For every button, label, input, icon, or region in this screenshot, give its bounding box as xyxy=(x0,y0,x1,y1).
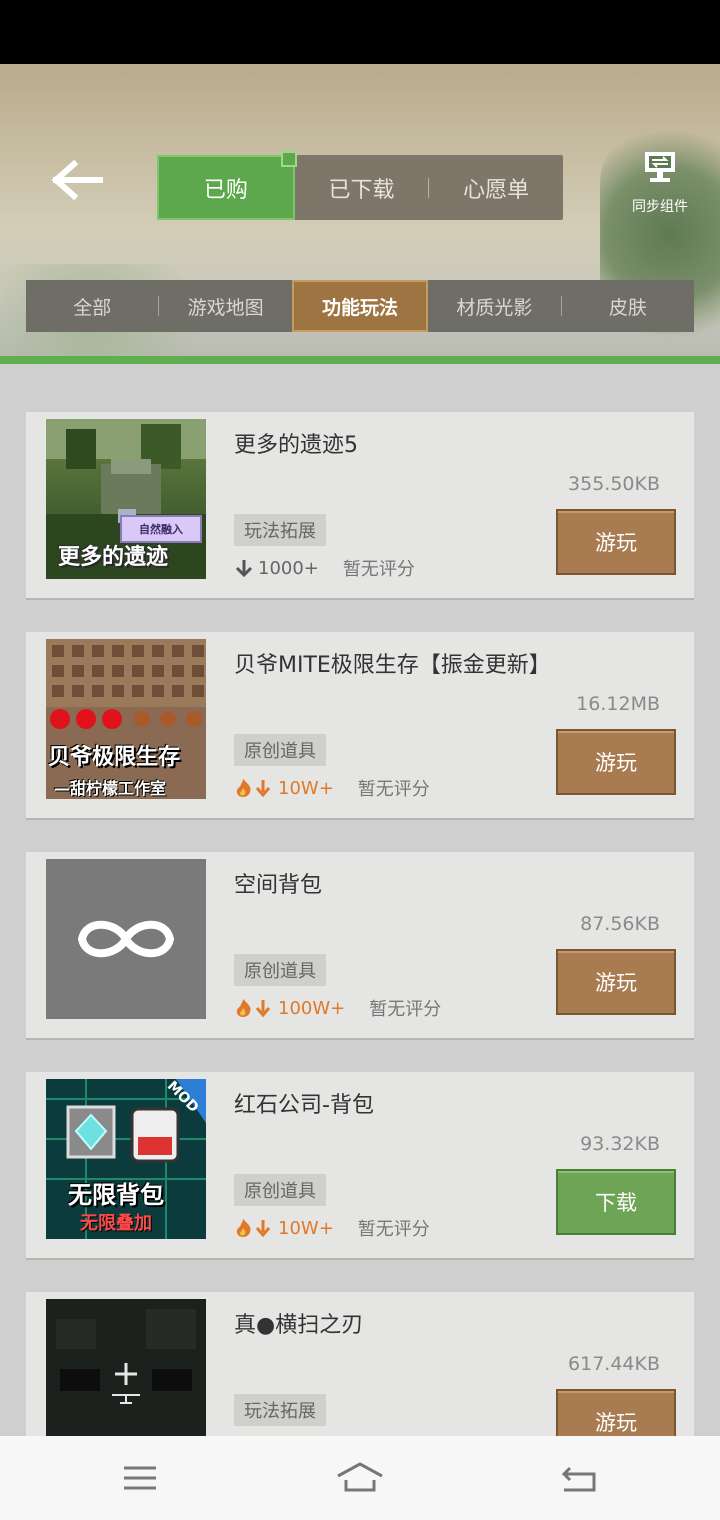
hot-download-icon xyxy=(236,1219,271,1238)
list-item[interactable]: 真●横扫之刃 617.44KB 玩法拓展 游玩 xyxy=(26,1292,694,1436)
play-button[interactable]: 游玩 xyxy=(556,1389,676,1436)
item-stats: 10W+ 暂无评分 xyxy=(234,1215,430,1241)
play-button[interactable]: 游玩 xyxy=(556,509,676,575)
menu-icon xyxy=(124,1466,156,1490)
thumbnail-text: 更多的遗迹 xyxy=(58,545,169,570)
item-tag: 原创道具 xyxy=(234,1174,326,1206)
category-tabs: 全部 游戏地图 功能玩法 材质光影 皮肤 xyxy=(26,280,694,332)
item-thumbnail: MOD 无限背包 无限叠加 xyxy=(46,1079,206,1239)
list-item[interactable]: MOD 无限背包 无限叠加 红石公司-背包 93.32KB 原创道具 10W+ … xyxy=(26,1072,694,1258)
thumbnail-text: 无限背包 xyxy=(68,1181,164,1209)
item-size: 93.32KB xyxy=(580,1133,660,1155)
tab-label: 已购 xyxy=(203,177,248,203)
item-title: 更多的遗迹5 xyxy=(234,433,358,458)
sync-components-button[interactable]: 同步组件 xyxy=(620,150,700,220)
item-size: 16.12MB xyxy=(576,693,660,715)
list-item[interactable]: 贝爷极限生存 —甜柠檬工作室 贝爷MITE极限生存【振金更新】 16.12MB … xyxy=(26,632,694,818)
category-maps[interactable]: 游戏地图 xyxy=(159,280,291,332)
category-label: 游戏地图 xyxy=(187,296,264,319)
sync-label: 同步组件 xyxy=(632,199,688,215)
category-textures[interactable]: 材质光影 xyxy=(428,280,560,332)
return-icon xyxy=(561,1466,596,1492)
item-stats: 10W+ 暂无评分 xyxy=(234,775,430,801)
play-button[interactable]: 游玩 xyxy=(556,949,676,1015)
item-title: 空间背包 xyxy=(234,873,323,898)
play-button[interactable]: 游玩 xyxy=(556,729,676,795)
category-label: 材质光影 xyxy=(456,296,533,319)
category-gameplay[interactable]: 功能玩法 xyxy=(291,280,429,332)
item-tag: 玩法拓展 xyxy=(234,1394,326,1426)
download-button[interactable]: 下载 xyxy=(556,1169,676,1235)
item-rating: 暂无评分 xyxy=(357,779,430,800)
item-tag: 原创道具 xyxy=(234,954,326,986)
category-all[interactable]: 全部 xyxy=(26,280,158,332)
purchase-tabs: 已购 已下载 心愿单 xyxy=(157,151,563,220)
item-downloads: 10W+ xyxy=(278,777,334,799)
item-thumbnail xyxy=(46,859,206,1019)
status-bar xyxy=(0,0,720,64)
item-title: 贝爷MITE极限生存【振金更新】 xyxy=(234,653,551,678)
item-size: 617.44KB xyxy=(568,1353,660,1375)
item-downloads: 1000+ xyxy=(258,557,319,579)
hot-download-icon xyxy=(236,779,271,798)
hot-download-icon xyxy=(236,999,271,1018)
tab-label: 心愿单 xyxy=(463,177,530,203)
item-list[interactable]: 自然融入 更多的遗迹 更多的遗迹5 355.50KB 玩法拓展 1000+ 暂无… xyxy=(0,384,720,1436)
item-rating: 暂无评分 xyxy=(342,559,415,580)
thumbnail-subtext: 无限叠加 xyxy=(80,1213,152,1234)
back-nav-button[interactable] xyxy=(560,1460,600,1496)
item-stats: 100W+ 暂无评分 xyxy=(234,995,441,1021)
item-tag: 原创道具 xyxy=(234,734,326,766)
thumbnail-text: 贝爷极限生存 xyxy=(48,745,181,770)
header-divider xyxy=(0,356,720,364)
category-label: 功能玩法 xyxy=(322,296,399,319)
home-nav-button[interactable] xyxy=(336,1460,384,1496)
blade-thumbnail-art xyxy=(46,1299,206,1436)
list-item[interactable]: 自然融入 更多的遗迹 更多的遗迹5 355.50KB 玩法拓展 1000+ 暂无… xyxy=(26,412,694,598)
category-label: 皮肤 xyxy=(608,296,647,319)
item-thumbnail xyxy=(46,1299,206,1436)
thumbnail-subtext: —甜柠檬工作室 xyxy=(54,779,167,798)
tab-purchased[interactable]: 已购 xyxy=(157,151,297,220)
item-title: 真●横扫之刃 xyxy=(234,1313,364,1338)
item-size: 355.50KB xyxy=(568,473,660,495)
infinity-icon xyxy=(77,920,175,958)
item-title: 红石公司-背包 xyxy=(234,1093,374,1118)
back-button[interactable] xyxy=(50,159,110,201)
tab-downloaded[interactable]: 已下载 xyxy=(295,155,429,220)
item-stats: 1000+ 暂无评分 xyxy=(234,555,415,581)
back-arrow-icon xyxy=(51,159,103,201)
download-icon xyxy=(235,560,253,578)
header: 已购 已下载 心愿单 同步组件 全部 游戏地图 功能玩法 材质光影 皮肤 xyxy=(0,64,720,364)
item-rating: 暂无评分 xyxy=(369,999,442,1020)
tab-label: 已下载 xyxy=(328,177,395,203)
home-icon xyxy=(337,1462,383,1492)
system-nav-bar xyxy=(0,1436,720,1520)
item-tag: 玩法拓展 xyxy=(234,514,326,546)
item-downloads: 10W+ xyxy=(278,1217,334,1239)
category-label: 全部 xyxy=(73,296,112,319)
list-item[interactable]: 空间背包 87.56KB 原创道具 100W+ 暂无评分 游玩 xyxy=(26,852,694,1038)
tab-wishlist[interactable]: 心愿单 xyxy=(429,155,563,220)
category-skins[interactable]: 皮肤 xyxy=(562,280,694,332)
item-downloads: 100W+ xyxy=(278,997,346,1019)
sync-icon xyxy=(645,152,675,182)
item-thumbnail: 贝爷极限生存 —甜柠檬工作室 xyxy=(46,639,206,799)
menu-nav-button[interactable] xyxy=(120,1460,160,1496)
item-size: 87.56KB xyxy=(580,913,660,935)
item-rating: 暂无评分 xyxy=(357,1219,430,1240)
item-thumbnail: 自然融入 更多的遗迹 xyxy=(46,419,206,579)
